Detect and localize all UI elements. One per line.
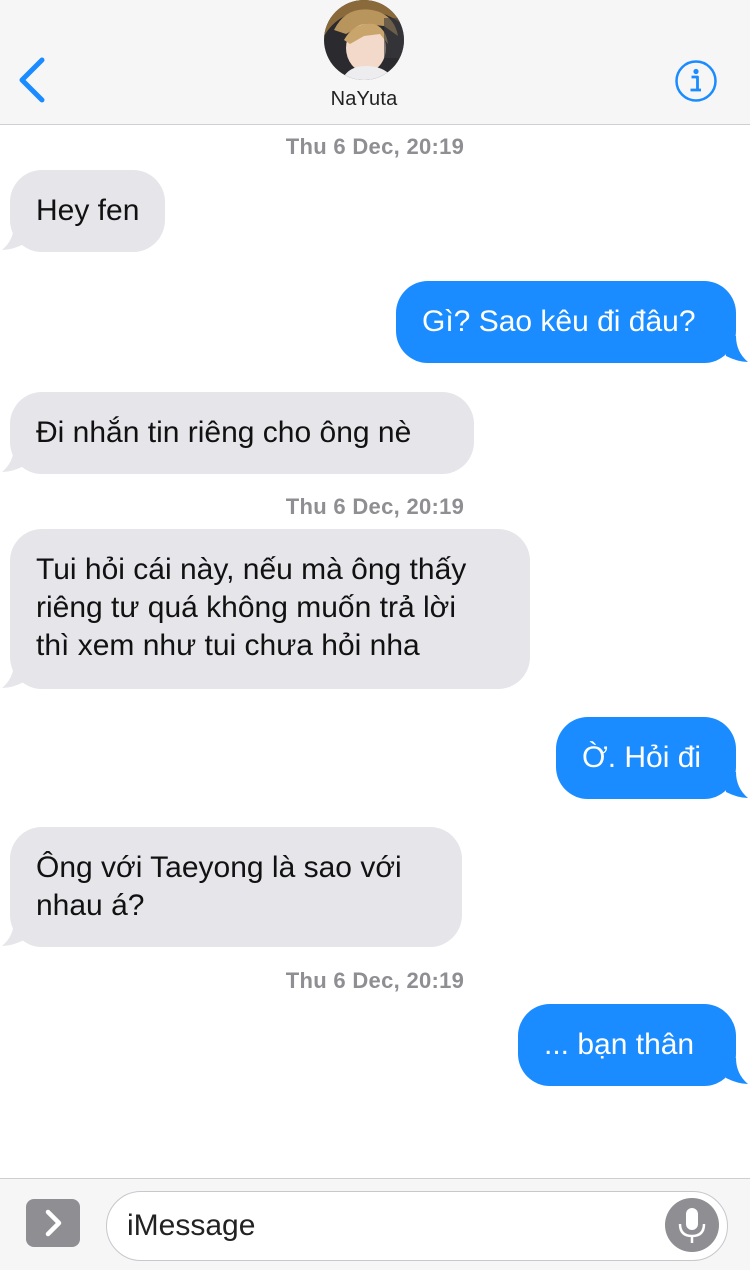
message-timestamp: Thu 6 Dec, 20:19 [285,968,465,993]
apps-button[interactable] [26,1199,80,1247]
message-input-placeholder: iMessage [127,1209,256,1242]
message-text-line: nhau á? [36,889,145,922]
outgoing-message-bubble[interactable]: Gì? Sao kêu đi đâu? [396,281,736,363]
contact-avatar[interactable] [324,0,404,80]
compose-bar: iMessage [0,1178,750,1270]
message-text-line: Tui hỏi cái này, nếu mà ông thấy [36,553,467,586]
message-input[interactable]: iMessage [106,1191,728,1261]
message-text: Hey fen [36,194,140,227]
microphone-icon [678,1208,706,1243]
message-text: Đi nhắn tin riêng cho ông nè [36,416,412,449]
microphone-button[interactable] [665,1198,719,1252]
contact-name[interactable]: NaYuta [0,88,728,111]
info-circle-icon [675,60,717,102]
message-text-line: Ông với Taeyong là sao với [36,851,402,884]
info-button[interactable] [674,59,718,103]
incoming-message-bubble[interactable]: Tui hỏi cái này, nếu mà ông thấy riêng t… [10,529,530,689]
outgoing-message-bubble[interactable]: ... bạn thân [518,1004,736,1086]
message-text: Ờ. Hỏi đi [582,741,702,774]
conversation-header: NaYuta [0,0,750,125]
incoming-message-bubble[interactable]: Hey fen [10,170,166,252]
message-text: Gì? Sao kêu đi đâu? [422,305,696,338]
message-text: ... bạn thân [544,1028,695,1061]
message-timestamp: Thu 6 Dec, 20:19 [285,134,465,159]
outgoing-message-bubble[interactable]: Ờ. Hỏi đi [556,717,736,799]
message-text-line: thì xem như tui chưa hỏi nha [36,629,420,662]
chevron-right-icon [45,1209,62,1237]
incoming-message-bubble[interactable]: Đi nhắn tin riêng cho ông nè [10,392,474,474]
incoming-message-bubble[interactable]: Ông với Taeyong là sao với nhau á? [10,827,462,947]
message-timestamp: Thu 6 Dec, 20:19 [285,494,465,519]
message-text-line: riêng tư quá không muốn trả lời [36,591,456,624]
